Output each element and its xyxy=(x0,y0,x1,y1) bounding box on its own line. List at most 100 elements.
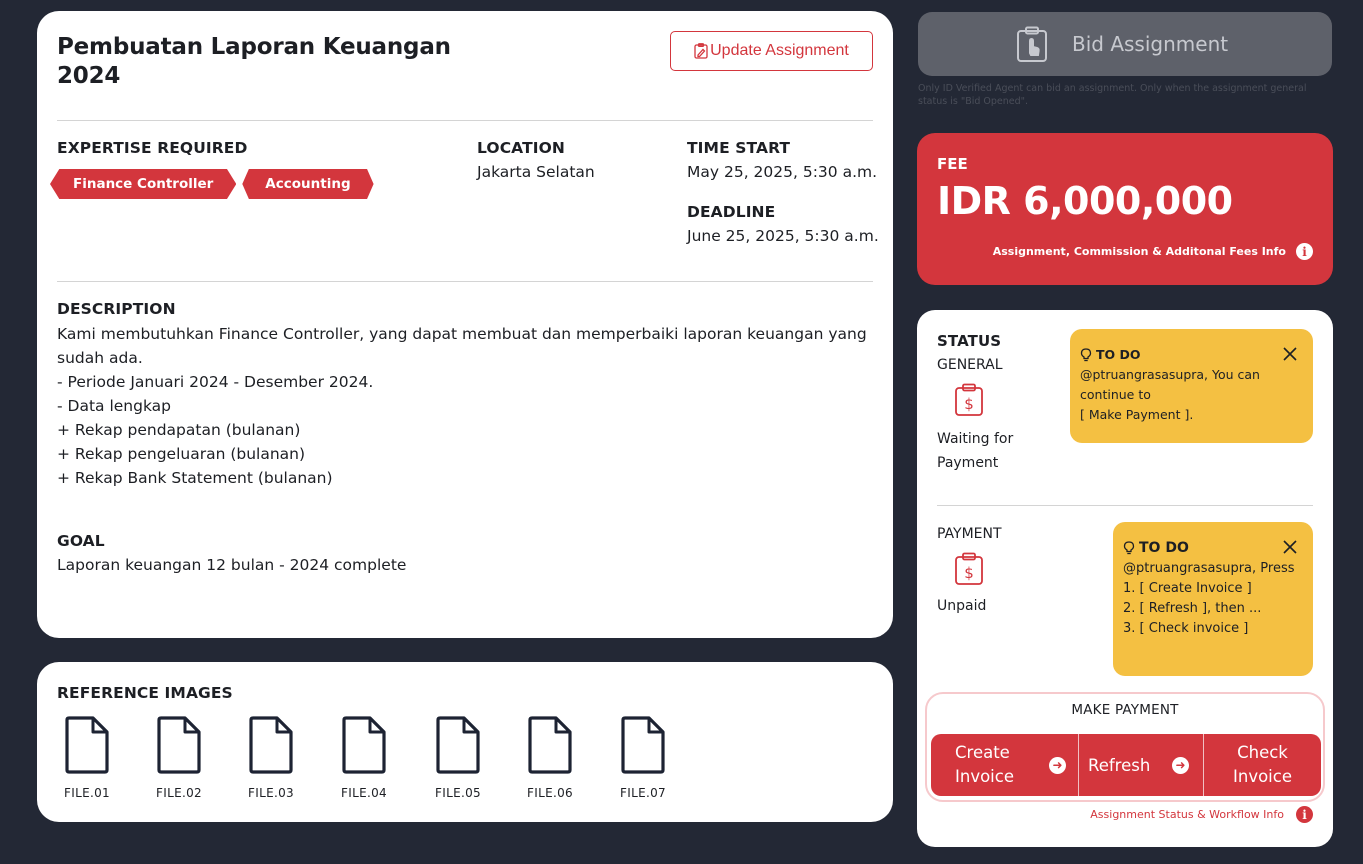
assignment-card: Pembuatan Laporan Keuangan 2024 Update A… xyxy=(37,11,893,638)
description-line: + Rekap pendapatan (bulanan) xyxy=(57,421,301,439)
arrow-right-icon: ➜ xyxy=(1049,756,1066,774)
file-name: FILE.05 xyxy=(435,786,481,800)
file-item[interactable]: FILE.06 xyxy=(520,716,580,800)
make-payment-title: MAKE PAYMENT xyxy=(1071,702,1179,718)
reference-images-card: REFERENCE IMAGES FILE.01 FILE.02 FILE.03… xyxy=(37,662,893,822)
todo-title: TO DO xyxy=(1139,540,1189,556)
payment-button-group: Create Invoice ➜ Refresh ➜ Check Invoice xyxy=(931,734,1321,796)
todo-header: TO DO xyxy=(1123,540,1301,556)
svg-text:$: $ xyxy=(964,564,974,582)
check-invoice-label: Check Invoice xyxy=(1233,743,1292,786)
description-line: - Periode Januari 2024 - Desember 2024. xyxy=(57,373,374,391)
general-status-label: GENERAL xyxy=(937,357,1003,373)
general-status-value: Waiting for Payment xyxy=(937,431,1014,471)
fee-info-link[interactable]: Assignment, Commission & Additonal Fees … xyxy=(993,243,1313,260)
refresh-label: Refresh xyxy=(1088,755,1151,775)
description-line: Kami membutuhkan Finance Controller, yan… xyxy=(57,325,872,367)
todo-title: TO DO xyxy=(1096,347,1141,362)
file-name: FILE.03 xyxy=(248,786,294,800)
file-item[interactable]: FILE.01 xyxy=(57,716,117,800)
update-assignment-button[interactable]: Update Assignment xyxy=(670,31,873,71)
status-label: STATUS xyxy=(937,332,1002,350)
fee-info-label: Assignment, Commission & Additonal Fees … xyxy=(992,245,1286,258)
assignment-title: Pembuatan Laporan Keuangan 2024 xyxy=(57,34,451,89)
bid-assignment-button[interactable]: Bid Assignment xyxy=(918,12,1332,76)
make-payment-panel: MAKE PAYMENT Create Invoice ➜ Refresh ➜ … xyxy=(925,692,1325,802)
location-value: Jakarta Selatan xyxy=(477,163,595,181)
todo-line: 1. [ Create Invoice ] xyxy=(1123,581,1252,596)
file-name: FILE.06 xyxy=(527,786,573,800)
file-item[interactable]: FILE.05 xyxy=(428,716,488,800)
location-label: LOCATION xyxy=(477,139,565,157)
file-name: FILE.02 xyxy=(156,786,202,800)
file-name: FILE.07 xyxy=(620,786,666,800)
file-item[interactable]: FILE.07 xyxy=(613,716,673,800)
description-line: + Rekap Bank Statement (bulanan) xyxy=(57,469,333,487)
goal-label: GOAL xyxy=(57,532,105,550)
payment-status-value: Unpaid xyxy=(937,598,987,614)
file-icon xyxy=(157,716,201,774)
file-icon xyxy=(65,716,109,774)
file-item[interactable]: FILE.04 xyxy=(334,716,394,800)
workflow-info-label: Assignment Status & Workflow Info xyxy=(1090,808,1284,821)
time-start-label: TIME START xyxy=(687,139,791,157)
file-icon xyxy=(528,716,572,774)
description-line: + Rekap pengeluaran (bulanan) xyxy=(57,445,306,463)
bid-note: Only ID Verified Agent can bid an assign… xyxy=(918,83,1307,107)
reference-images-label: REFERENCE IMAGES xyxy=(57,684,233,702)
svg-text:$: $ xyxy=(964,395,974,413)
workflow-info-link[interactable]: Assignment Status & Workflow Info i xyxy=(1090,806,1313,823)
file-icon xyxy=(342,716,386,774)
clipboard-hand-icon xyxy=(1017,26,1047,62)
file-list: FILE.01 FILE.02 FILE.03 FILE.04 FILE.05 … xyxy=(57,716,673,800)
deadline-value: June 25, 2025, 5:30 a.m. xyxy=(687,227,879,245)
expertise-tag: Accounting xyxy=(242,169,374,199)
file-item[interactable]: FILE.02 xyxy=(149,716,209,800)
check-invoice-button[interactable]: Check Invoice xyxy=(1204,734,1321,796)
description-label: DESCRIPTION xyxy=(57,300,176,318)
todo-body: @ptruangrasasupra, Press 1. [ Create Inv… xyxy=(1123,559,1301,639)
file-icon xyxy=(621,716,665,774)
refresh-button[interactable]: Refresh ➜ xyxy=(1079,734,1204,796)
info-icon: i xyxy=(1296,243,1313,260)
fee-label: FEE xyxy=(937,155,968,173)
create-invoice-label: Create Invoice xyxy=(955,743,1014,786)
info-icon: i xyxy=(1296,806,1313,823)
close-icon[interactable] xyxy=(1283,540,1297,554)
clipboard-dollar-icon: $ xyxy=(955,552,983,585)
close-icon[interactable] xyxy=(1283,347,1297,361)
file-icon xyxy=(249,716,293,774)
create-invoice-button[interactable]: Create Invoice ➜ xyxy=(931,734,1079,796)
description-line: - Data lengkap xyxy=(57,397,172,415)
general-todo-box: TO DO @ptruangrasasupra, You can continu… xyxy=(1070,329,1313,443)
update-assignment-label: Update Assignment xyxy=(710,42,849,59)
file-name: FILE.04 xyxy=(341,786,387,800)
expertise-label: EXPERTISE REQUIRED xyxy=(57,139,248,157)
divider xyxy=(57,281,873,282)
fee-card: FEE IDR 6,000,000 Assignment, Commission… xyxy=(917,133,1333,285)
payment-status-label: PAYMENT xyxy=(937,526,1002,542)
status-card: STATUS GENERAL $ Waiting for Payment TO … xyxy=(917,310,1333,847)
payment-todo-box: TO DO @ptruangrasasupra, Press 1. [ Crea… xyxy=(1113,522,1313,676)
file-item[interactable]: FILE.03 xyxy=(241,716,301,800)
fee-value: IDR 6,000,000 xyxy=(937,179,1233,223)
todo-line: 3. [ Check invoice ] xyxy=(1123,621,1249,636)
description-text: Kami membutuhkan Finance Controller, yan… xyxy=(57,322,877,490)
todo-line: 2. [ Refresh ], then ... xyxy=(1123,601,1262,616)
todo-line: @ptruangrasasupra, Press xyxy=(1123,561,1295,576)
expertise-tags: Finance Controller Accounting xyxy=(50,169,374,199)
goal-value: Laporan keuangan 12 bulan - 2024 complet… xyxy=(57,556,407,574)
bid-assignment-label: Bid Assignment xyxy=(1072,32,1229,56)
divider xyxy=(57,120,873,121)
todo-body: @ptruangrasasupra, You can continue to [… xyxy=(1080,365,1301,425)
clipboard-dollar-icon: $ xyxy=(955,383,983,416)
file-icon xyxy=(436,716,480,774)
lightbulb-icon xyxy=(1080,347,1092,361)
lightbulb-icon xyxy=(1123,541,1135,555)
todo-header: TO DO xyxy=(1080,347,1301,362)
file-name: FILE.01 xyxy=(64,786,110,800)
time-start-value: May 25, 2025, 5:30 a.m. xyxy=(687,163,878,181)
expertise-tag: Finance Controller xyxy=(50,169,237,199)
deadline-label: DEADLINE xyxy=(687,203,776,221)
arrow-right-icon: ➜ xyxy=(1172,756,1189,774)
